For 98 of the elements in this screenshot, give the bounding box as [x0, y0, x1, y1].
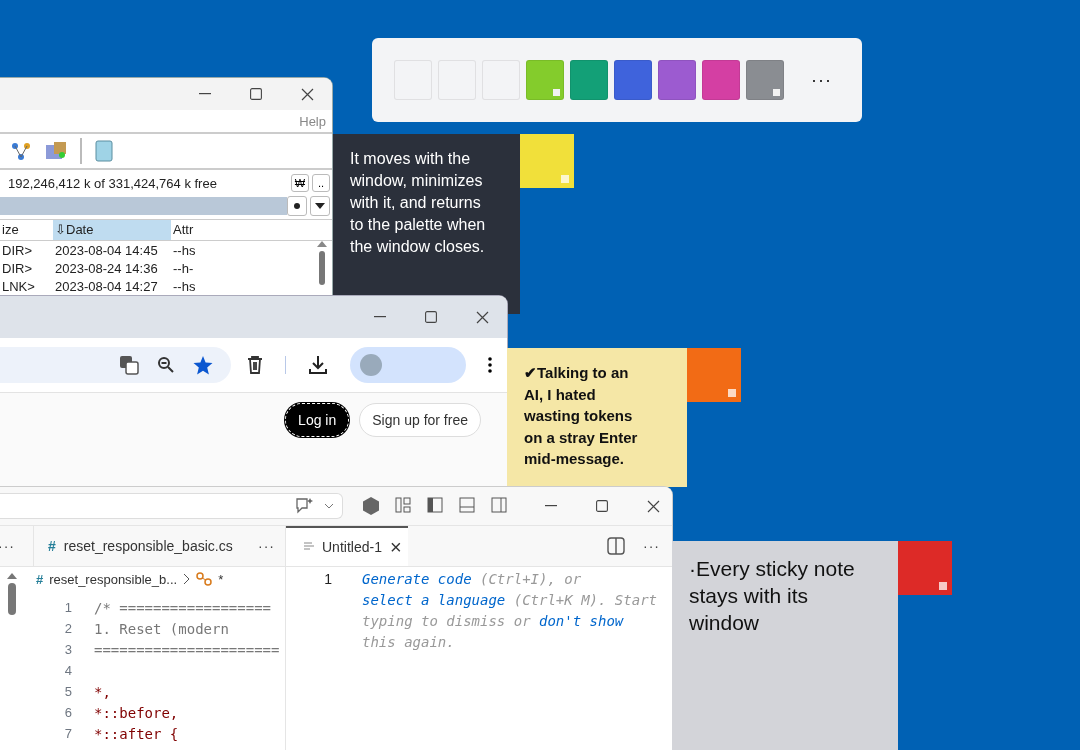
chat-sparkle-icon[interactable]	[294, 497, 314, 515]
scroll-up-icon[interactable]	[316, 241, 327, 247]
profile-button[interactable]	[350, 347, 466, 383]
hint-link[interactable]: don't show	[539, 613, 624, 629]
close-icon[interactable]	[476, 310, 489, 324]
note-text: ·Every sticky note stays with its window	[689, 556, 856, 636]
note-color-tab[interactable]	[687, 348, 741, 402]
code-line: *::after {	[93, 725, 180, 742]
table-cell-text: --hs	[172, 242, 196, 258]
code-line: *::before,	[93, 704, 180, 721]
log-in-button[interactable]: Log in	[285, 403, 350, 437]
chevron-down-icon[interactable]	[324, 503, 334, 509]
maximize-icon[interactable]	[425, 311, 437, 323]
scroll-up-icon[interactable]	[7, 573, 17, 579]
avatar-icon	[360, 354, 382, 376]
line-number: 1	[63, 600, 72, 615]
note-text: It moves with the window, minimizes with it, and returns to the palette when the window closes.	[350, 149, 487, 257]
zoom-out-icon[interactable]	[157, 356, 175, 374]
dropdown-icon[interactable]	[310, 196, 330, 216]
chevron-right-icon	[183, 573, 191, 585]
column-header[interactable]: Attr	[171, 220, 332, 240]
trash-icon[interactable]	[247, 356, 263, 374]
notepad-icon[interactable]	[94, 140, 114, 162]
color-swatch[interactable]	[658, 60, 696, 100]
scroll-thumb[interactable]	[8, 583, 16, 615]
breadcrumb-item[interactable]: *	[218, 571, 224, 587]
code-line: 1. Reset (modern	[93, 620, 230, 637]
color-swatch[interactable]	[746, 60, 784, 100]
free-space-text: 192,246,412 k of 331,424,764 k free	[8, 175, 217, 191]
table-cell-text: DIR>	[1, 260, 33, 276]
code-line: *,	[93, 683, 112, 700]
breadcrumb-item[interactable]: reset_responsible_b...	[49, 571, 178, 587]
translate-icon[interactable]	[119, 355, 139, 375]
css-file-icon: #	[48, 538, 56, 554]
table-cell-text: 2023-08-24 14:36	[54, 260, 159, 276]
code-line: ======================	[93, 641, 281, 658]
hint-link[interactable]: Generate code	[362, 571, 472, 587]
color-swatch[interactable]	[702, 60, 740, 100]
code-line: /* ==================	[93, 599, 272, 616]
editor-tab[interactable]: Untitled-1 ×	[286, 526, 408, 566]
text-file-icon	[304, 542, 314, 552]
css-file-icon: #	[36, 571, 44, 587]
line-number: 6	[63, 705, 72, 720]
sticky-note[interactable]: It moves with the window, minimizes with it, and returns to the palette when the window closes.	[333, 134, 520, 314]
maximize-icon[interactable]	[250, 88, 262, 100]
more-actions[interactable]: ···	[0, 538, 25, 554]
minimize-icon[interactable]	[199, 93, 211, 95]
table-cell-text: 2023-08-04 14:27	[54, 278, 159, 294]
drive-button[interactable]: ..	[312, 174, 330, 192]
address-bar[interactable]	[0, 347, 231, 383]
menu-item[interactable]: Help	[299, 113, 326, 129]
bookmark-star-icon[interactable]	[193, 355, 213, 375]
table-cell-text: --h-	[172, 260, 195, 276]
drive-button[interactable]: ₩	[291, 174, 309, 192]
color-swatch[interactable]	[526, 60, 564, 100]
scroll-thumb[interactable]	[318, 251, 325, 285]
column-header[interactable]: ⇩Date	[53, 220, 171, 240]
close-tab-button[interactable]: ×	[389, 535, 402, 559]
layout-icon[interactable]	[395, 497, 411, 513]
line-number: 2	[63, 621, 72, 636]
download-icon[interactable]	[308, 355, 328, 375]
sign-up-button[interactable]: Sign up for free	[359, 403, 481, 437]
table-cell-text: 2023-08-04 14:45	[54, 242, 159, 258]
network-icon[interactable]	[10, 140, 32, 162]
menu-icon[interactable]	[488, 357, 492, 373]
more-button[interactable]: ···	[811, 69, 832, 91]
more-actions[interactable]: ···	[643, 538, 660, 554]
color-swatch[interactable]	[570, 60, 608, 100]
table-cell-text: LNK>	[1, 278, 36, 294]
note-color-tab[interactable]	[520, 134, 574, 188]
more-actions[interactable]: ···	[248, 538, 285, 554]
note-text: ✔Talking to an AI, I hated wasting tokens on a stray Enter mid-message.	[524, 363, 639, 469]
split-editor-icon[interactable]	[607, 537, 625, 555]
close-icon[interactable]	[647, 499, 660, 513]
column-header[interactable]: ize	[0, 220, 53, 240]
editor-hint-text: Generate code (Ctrl+I), or select a language (Ctrl+K M). Start typing to dismiss or don't show this again.	[362, 570, 658, 652]
editor-tab[interactable]: # reset_responsible_basic.cs	[33, 526, 248, 566]
sidebar-right-icon[interactable]	[491, 497, 507, 513]
sidebar-left-icon[interactable]	[427, 497, 443, 513]
line-number: 3	[63, 642, 72, 657]
panel-bottom-icon[interactable]	[459, 497, 475, 513]
close-icon[interactable]	[301, 87, 314, 101]
sticky-note[interactable]: ·Every sticky note stays with its window	[672, 541, 898, 750]
hexagon-icon[interactable]	[363, 497, 379, 515]
color-swatch[interactable]	[614, 60, 652, 100]
table-cell-text: --hs	[172, 278, 196, 294]
line-number: 4	[63, 663, 72, 678]
symbol-icon	[196, 572, 213, 586]
table-cell-text: DIR>	[1, 242, 33, 258]
minimize-icon[interactable]	[545, 505, 557, 507]
sticky-note[interactable]: ✔Talking to an AI, I hated wasting tokens on a stray Enter mid-message.	[507, 348, 687, 487]
line-number: 7	[63, 726, 72, 741]
hint-link[interactable]: select a language	[362, 592, 506, 608]
minimize-icon[interactable]	[374, 316, 386, 318]
line-number: 5	[63, 684, 72, 699]
maximize-icon[interactable]	[596, 500, 608, 512]
note-color-tab[interactable]	[898, 541, 952, 595]
line-number: 1	[323, 570, 332, 589]
